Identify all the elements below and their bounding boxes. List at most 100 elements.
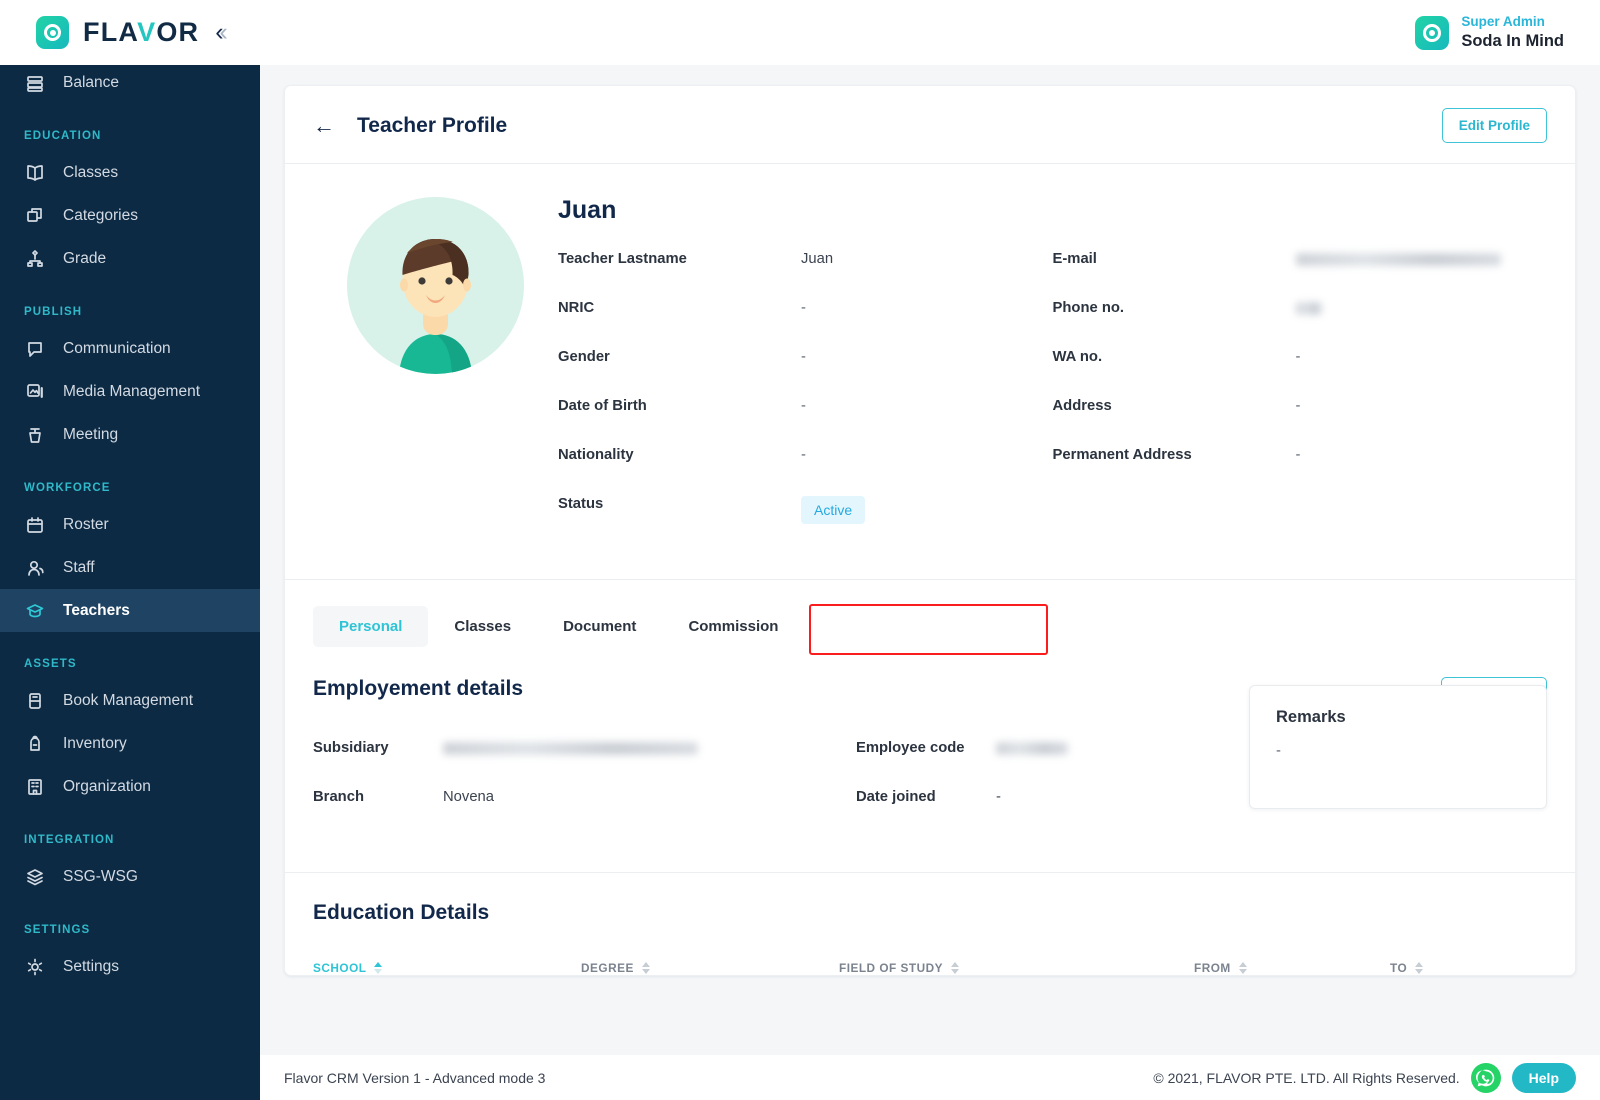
sidebar-item-roster[interactable]: Roster — [0, 503, 260, 546]
flavor-logo-icon — [36, 16, 69, 49]
education-details-section: Education Details SCHOOL DEGREE FIELD OF S… — [285, 873, 1575, 975]
redacted-value — [1295, 252, 1501, 266]
field-label: NRIC — [558, 300, 595, 316]
field-row: E-mail — [1053, 251, 1548, 300]
sidebar-item-inventory[interactable]: Inventory — [0, 722, 260, 765]
field-label: Status — [558, 496, 604, 512]
sidebar-item-label: Balance — [63, 73, 120, 91]
sidebar-item-label: Settings — [63, 957, 120, 975]
arrow-left-icon[interactable]: ← — [313, 114, 335, 137]
help-button[interactable]: Help — [1511, 1062, 1576, 1093]
field-row: Nationality - — [558, 447, 1053, 496]
book-open-icon — [24, 162, 46, 184]
field-row: Address - — [1053, 398, 1548, 447]
field-value — [1295, 300, 1322, 316]
person-name: Juan — [558, 196, 617, 224]
book-icon — [24, 690, 46, 712]
sidebar-group-label-settings: SETTINGS — [24, 924, 91, 936]
field-label: Nationality — [558, 447, 634, 463]
wordmark-v: V — [137, 17, 157, 47]
sidebar-item-communication[interactable]: Communication — [0, 327, 260, 370]
chevron-double-left-icon[interactable]: ‹ ‹ — [215, 20, 228, 45]
sidebar-item-categories[interactable]: Categories — [0, 194, 260, 237]
sidebar-item-staff[interactable]: Staff — [0, 546, 260, 589]
field-value: - — [1295, 349, 1301, 365]
sort-arrows-icon[interactable] — [374, 962, 383, 974]
sort-arrows-icon[interactable] — [1415, 962, 1424, 974]
column-header-label: DEGREE — [581, 961, 634, 975]
sidebar-item-media-management[interactable]: Media Management — [0, 370, 260, 413]
field-value: - — [801, 447, 806, 463]
column-header-label: SCHOOL — [313, 961, 367, 975]
sidebar-item-book-management[interactable]: Book Management — [0, 679, 260, 722]
gear-icon — [24, 956, 46, 978]
sidebar-item-balance[interactable]: Balance — [0, 61, 260, 104]
hierarchy-icon — [24, 248, 46, 270]
whatsapp-icon[interactable] — [1470, 1062, 1501, 1093]
field-value: Active — [801, 496, 866, 524]
app-root: FLAVOR ‹ ‹ Super Admin Soda In Mind Balan… — [0, 0, 1600, 1100]
tab-document[interactable]: Document — [537, 606, 662, 647]
sidebar-group-label-publish: PUBLISH — [24, 306, 83, 318]
field-row: Phone no. — [1053, 300, 1548, 349]
field-row: Subsidiary — [313, 740, 856, 789]
sidebar-item-meeting[interactable]: Meeting — [0, 413, 260, 456]
tab-bar: Personal Classes Document Commission — [313, 606, 1547, 647]
field-value: - — [801, 300, 806, 316]
sidebar-item-ssg-wsg[interactable]: SSG-WSG — [0, 855, 260, 898]
sidebar-item-organization[interactable]: Organization — [0, 765, 260, 808]
brand-logo[interactable]: FLAVOR ‹ ‹ — [0, 16, 260, 49]
column-header-school[interactable]: SCHOOL — [313, 961, 581, 975]
sidebar-item-settings[interactable]: Settings — [0, 945, 260, 988]
column-header-from[interactable]: FROM — [1194, 961, 1390, 975]
redacted-value — [443, 741, 698, 755]
column-header-to[interactable]: TO — [1390, 961, 1540, 975]
tab-commission[interactable]: Commission — [662, 606, 804, 647]
main-content: ← Teacher Profile Edit Profile Juan Teac… — [260, 65, 1600, 1100]
field-label: Permanent Address — [1052, 447, 1192, 463]
remarks-card: Remarks - — [1249, 685, 1547, 809]
field-row: Permanent Address - — [1053, 447, 1548, 496]
column-header-degree[interactable]: DEGREE — [581, 961, 839, 975]
user-badge[interactable]: Super Admin Soda In Mind — [1415, 14, 1600, 51]
field-label: Gender — [558, 349, 610, 365]
sidebar-item-label: Roster — [63, 515, 109, 533]
sidebar-group-label-integration: INTEGRATION — [24, 834, 115, 846]
field-label: Teacher Lastname — [558, 251, 687, 267]
tab-personal[interactable]: Personal — [313, 606, 429, 647]
profile-details: Juan Teacher Lastname Juan NRIC - Gender - Dat… — [558, 192, 1547, 545]
sort-arrows-icon[interactable] — [951, 962, 959, 974]
version-text: Flavor CRM Version 1 - Advanced mode 3 — [284, 1069, 546, 1086]
sidebar-item-classes[interactable]: Classes — [0, 151, 260, 194]
page-title: Teacher Profile — [357, 113, 508, 137]
sidebar-item-label: Organization — [63, 777, 151, 795]
field-value: Novena — [443, 789, 495, 805]
sort-arrows-icon[interactable] — [1238, 962, 1247, 974]
detail-column-right: E-mail Phone no. WA no. - Address - Permanent … — [1053, 251, 1548, 545]
sidebar-item-teachers[interactable]: Teachers — [0, 589, 260, 632]
edit-profile-button[interactable]: Edit Profile — [1441, 108, 1547, 143]
employment-title: Employement details — [313, 677, 524, 700]
sidebar-group-label-education: EDUCATION — [24, 130, 102, 142]
field-label: Address — [1052, 398, 1112, 414]
user-org-icon — [1415, 15, 1450, 50]
profile-card-header: ← Teacher Profile Edit Profile — [285, 86, 1575, 164]
tab-classes[interactable]: Classes — [428, 606, 537, 647]
user-name: Soda In Mind — [1461, 31, 1564, 50]
education-title: Education Details — [313, 901, 490, 924]
field-row: Status Active — [558, 496, 1053, 545]
field-row: Date of Birth - — [558, 398, 1053, 447]
column-header-field-of-study[interactable]: FIELD OF STUDY — [839, 961, 1194, 975]
detail-column-left: Teacher Lastname Juan NRIC - Gender - Date of … — [558, 251, 1053, 545]
status-badge: Active — [801, 496, 866, 524]
tabs-wrapper: Personal Classes Document Commission — [285, 580, 1575, 655]
field-label: Date of Birth — [558, 398, 647, 414]
field-row: Gender - — [558, 349, 1053, 398]
chat-icon — [24, 338, 46, 360]
field-row: Teacher Lastname Juan — [558, 251, 1053, 300]
field-value: - — [995, 789, 1001, 805]
sort-arrows-icon[interactable] — [641, 962, 650, 974]
wordmark-part2: OR — [156, 17, 200, 47]
field-value: - — [1295, 398, 1301, 414]
sidebar-item-grade[interactable]: Grade — [0, 237, 260, 280]
